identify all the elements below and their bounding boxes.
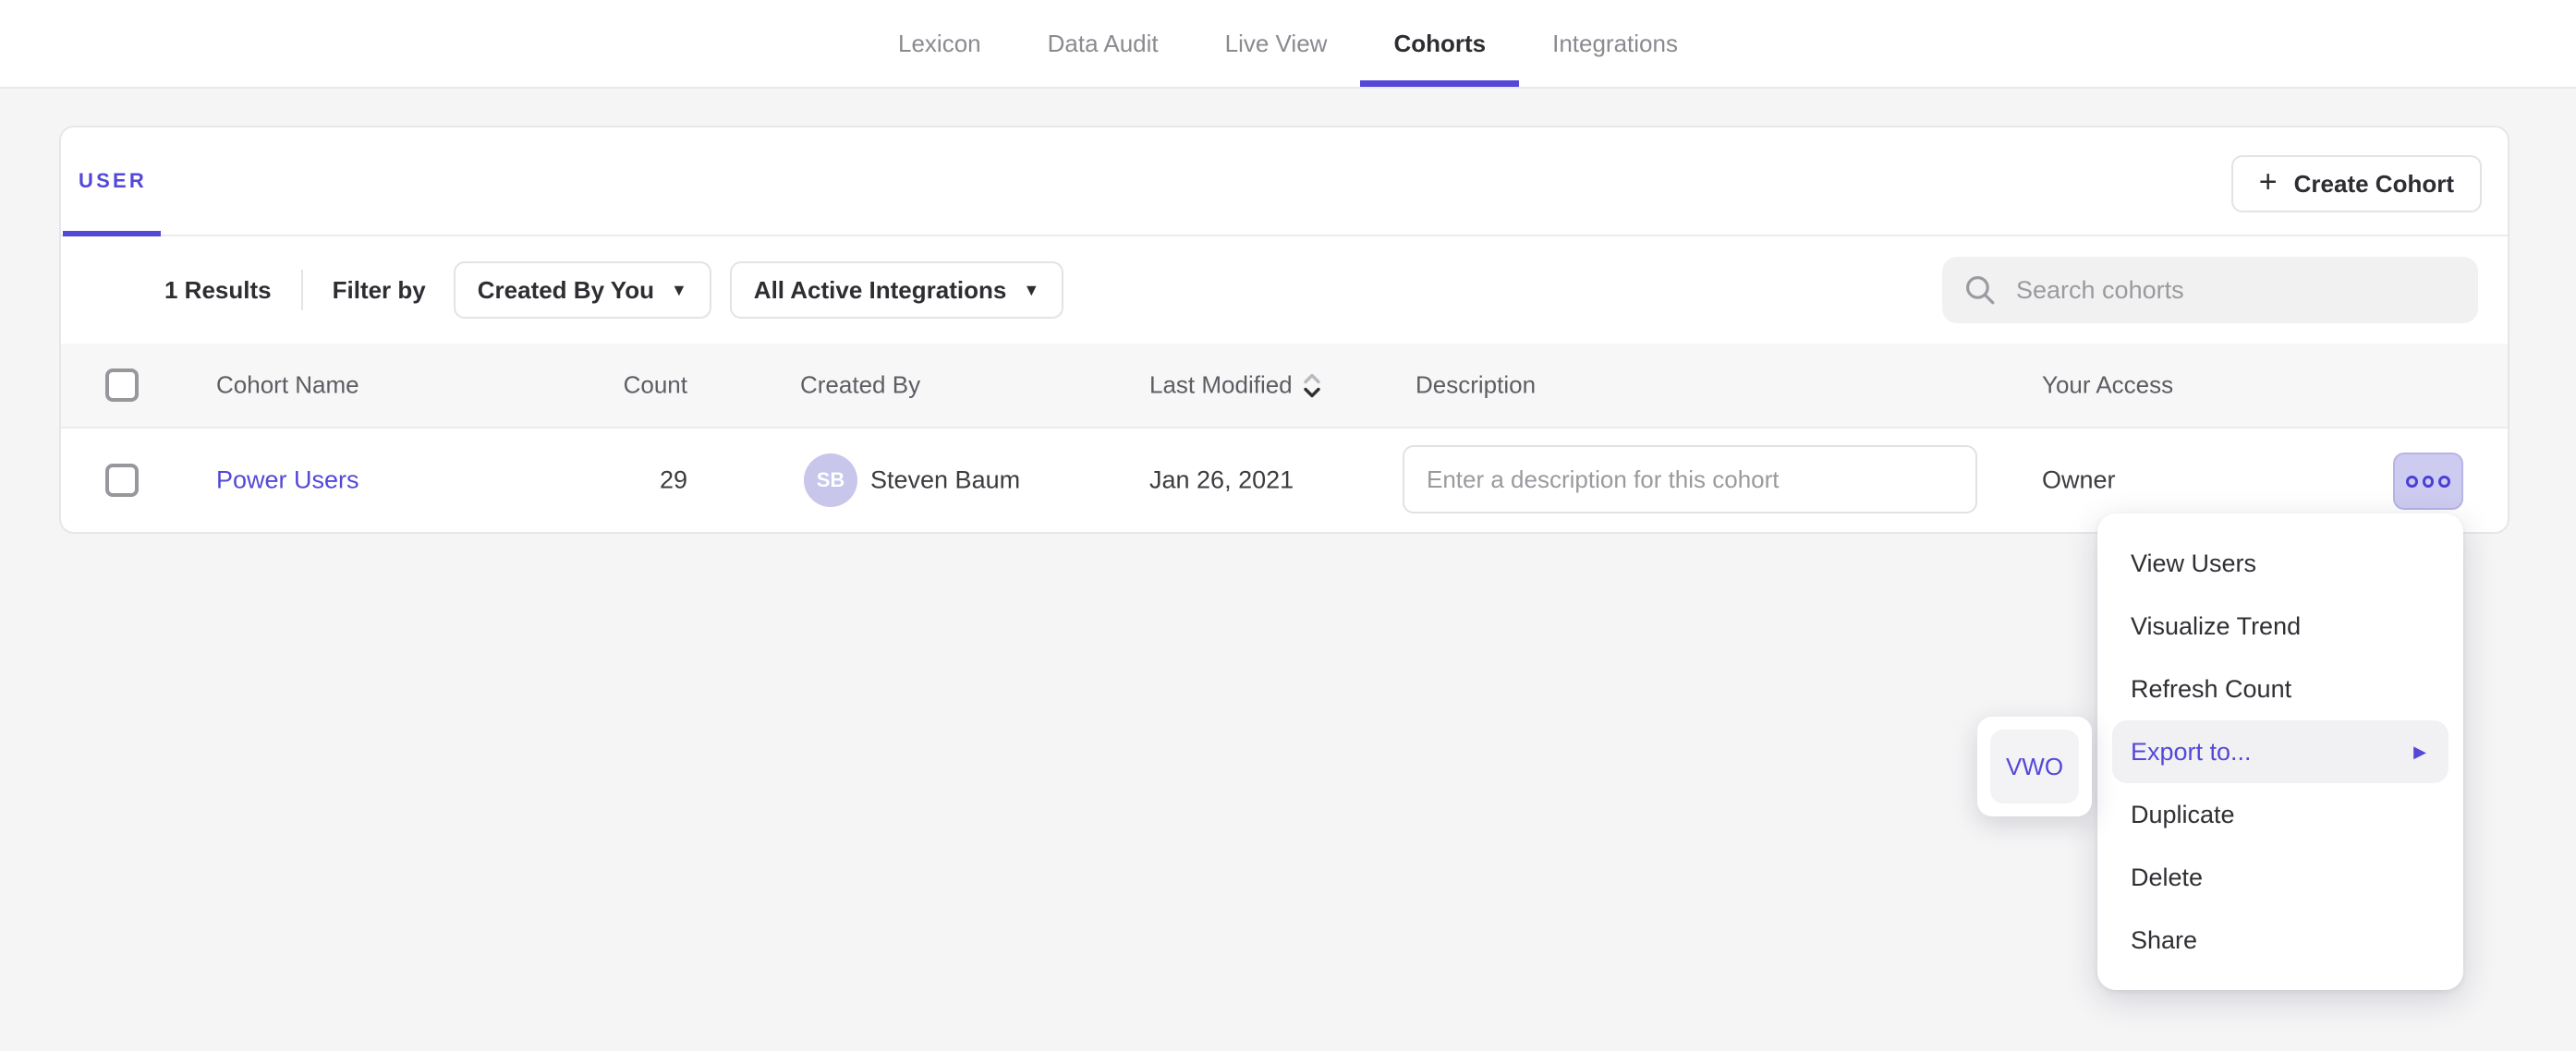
menu-item-view-users[interactable]: View Users [2112, 532, 2448, 595]
create-cohort-label: Create Cohort [2294, 170, 2454, 199]
header-your-access: Your Access [2042, 371, 2173, 400]
header-description: Description [1416, 371, 1536, 400]
divider [301, 270, 303, 310]
last-modified-date: Jan 26, 2021 [1149, 466, 1294, 495]
nav-tab-live-view[interactable]: Live View [1192, 0, 1361, 87]
integrations-dropdown[interactable]: All Active Integrations ▼ [730, 261, 1063, 319]
results-count: 1 Results [164, 276, 272, 305]
menu-item-duplicate[interactable]: Duplicate [2112, 783, 2448, 846]
cohort-name-link[interactable]: Power Users [216, 466, 359, 495]
nav-tab-integrations[interactable]: Integrations [1519, 0, 1711, 87]
search-icon [1964, 274, 1996, 306]
menu-item-delete[interactable]: Delete [2112, 846, 2448, 909]
sort-icon [1304, 372, 1320, 398]
caret-down-icon: ▼ [1023, 281, 1039, 300]
menu-item-export-label: Export to... [2131, 738, 2252, 767]
row-actions-menu: View Users Visualize Trend Refresh Count… [2097, 513, 2463, 990]
cohort-count: 29 [504, 466, 687, 495]
menu-item-export-to[interactable]: Export to... ▶ [2112, 720, 2448, 783]
header-cohort-name: Cohort Name [216, 371, 359, 400]
access-level: Owner [2042, 466, 2116, 495]
description-input[interactable] [1403, 445, 1977, 513]
submenu-item-vwo[interactable]: VWO [1990, 730, 2079, 803]
menu-item-share[interactable]: Share [2112, 909, 2448, 972]
avatar: SB [804, 453, 857, 507]
row-checkbox[interactable] [105, 464, 139, 497]
submenu-arrow-icon: ▶ [2413, 743, 2430, 762]
search-input[interactable] [2012, 274, 2456, 307]
created-by-dropdown[interactable]: Created By You ▼ [454, 261, 711, 319]
header-created-by: Created By [800, 371, 920, 400]
cohorts-panel: USER + Create Cohort 1 Results Filter by… [59, 126, 2509, 534]
table-header-row: Cohort Name Count Created By Last Modifi… [61, 344, 2508, 429]
nav-tab-cohorts[interactable]: Cohorts [1360, 0, 1519, 87]
filter-bar: 1 Results Filter by Created By You ▼ All… [61, 236, 2508, 344]
header-last-modified-label: Last Modified [1149, 371, 1293, 400]
panel-header: USER + Create Cohort [61, 127, 2508, 236]
more-actions-button[interactable] [2393, 453, 2463, 510]
nav-tab-data-audit[interactable]: Data Audit [1015, 0, 1192, 87]
search-box [1942, 257, 2478, 323]
nav-tabs: Lexicon Data Audit Live View Cohorts Int… [865, 0, 1711, 87]
header-count: Count [504, 371, 687, 400]
created-by-name: Steven Baum [870, 466, 1020, 495]
three-circles-icon [2406, 476, 2418, 488]
top-navigation-bar: Lexicon Data Audit Live View Cohorts Int… [0, 0, 2576, 89]
export-submenu: VWO [1977, 717, 2092, 816]
header-last-modified[interactable]: Last Modified [1149, 371, 1320, 400]
caret-down-icon: ▼ [671, 281, 687, 300]
nav-tab-lexicon[interactable]: Lexicon [865, 0, 1015, 87]
menu-item-refresh-count[interactable]: Refresh Count [2112, 658, 2448, 720]
checkbox-icon [105, 368, 139, 402]
select-all-checkbox[interactable] [105, 368, 139, 402]
integrations-dropdown-label: All Active Integrations [754, 276, 1007, 305]
cohorts-page: Lexicon Data Audit Live View Cohorts Int… [0, 0, 2576, 1051]
create-cohort-button[interactable]: + Create Cohort [2231, 155, 2482, 212]
menu-item-visualize-trend[interactable]: Visualize Trend [2112, 595, 2448, 658]
tab-user[interactable]: USER [61, 127, 164, 235]
checkbox-icon [105, 464, 139, 497]
plus-icon: + [2259, 166, 2278, 198]
filter-by-label: Filter by [333, 276, 426, 305]
created-by-dropdown-label: Created By You [478, 276, 654, 305]
